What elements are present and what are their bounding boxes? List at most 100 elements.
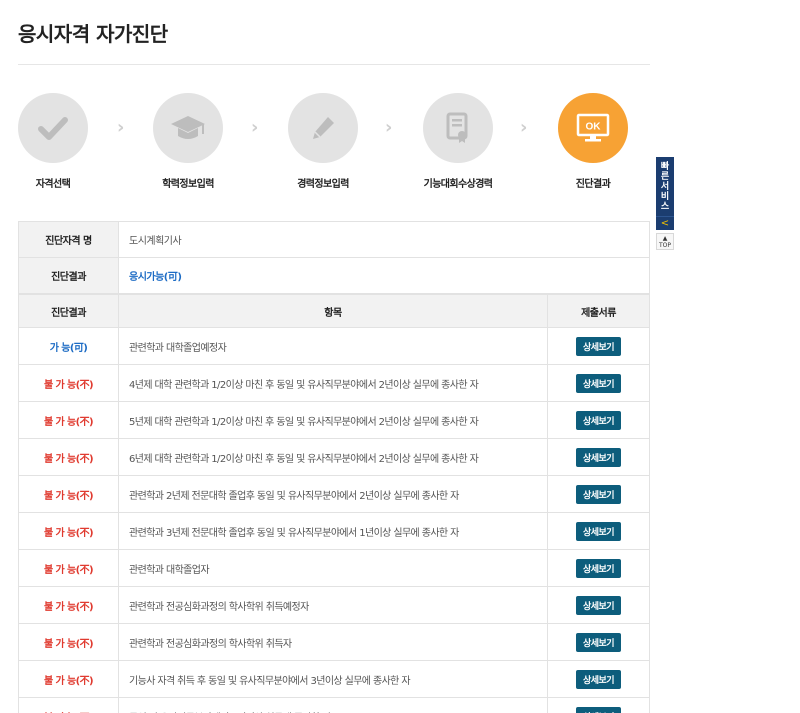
quick-service-char: 른: [660, 172, 670, 182]
up-arrow-icon: ▲: [662, 235, 668, 242]
row-documents: 상세보기: [547, 549, 650, 587]
detail-view-button[interactable]: 상세보기: [575, 595, 622, 615]
info-row-result: 진단결과 응시가능(可): [18, 257, 650, 294]
step-circle: [18, 93, 88, 163]
column-header-result: 진단결과: [18, 294, 119, 328]
detail-view-button[interactable]: 상세보기: [575, 484, 622, 504]
step-label: 자격선택: [35, 179, 71, 190]
quick-service-button[interactable]: 빠 른 서 비 스: [656, 157, 674, 216]
row-item: 관련학과 대학졸업자: [118, 549, 548, 587]
step-label: 경력정보입력: [297, 179, 349, 190]
step-diagnosis-result: OK 진단결과: [533, 93, 653, 190]
table-row: 불 가 능(不) 5년제 대학 관련학과 1/2이상 마친 후 동일 및 유사직무…: [18, 401, 650, 439]
checkmark-icon: [38, 117, 68, 140]
step-arrow-icon: ›: [117, 117, 125, 138]
row-result: 가 능(可): [18, 327, 119, 365]
row-documents: 상세보기: [547, 512, 650, 550]
table-row: 불 가 능(不) 관련학과 전공심화과정의 학사학위 취득자 상세보기: [18, 623, 650, 661]
criteria-table: 진단결과 항목 제출서류 가 능(可) 관련학과 대학졸업예정자 상세보기 불 가 능…: [18, 294, 650, 713]
row-documents: 상세보기: [547, 586, 650, 624]
step-education-input: 학력정보입력: [128, 93, 248, 190]
row-result: 불 가 능(不): [18, 512, 119, 550]
detail-view-button[interactable]: 상세보기: [575, 336, 622, 356]
table-row: 불 가 능(不) 기능사 자격 취득 후 동일 및 유사직무분야에서 3년이상 실…: [18, 660, 650, 698]
row-result: 불 가 능(不): [18, 549, 119, 587]
row-result: 불 가 능(不): [18, 660, 119, 698]
row-result: 불 가 능(不): [18, 697, 119, 713]
row-item: 관련학과 3년제 전문대학 졸업후 동일 및 유사직무분야에서 1년이상 실무에…: [118, 512, 548, 550]
top-label: TOP: [658, 242, 671, 249]
row-item: 4년제 대학 관련학과 1/2이상 마친 후 동일 및 유사직무분야에서 2년이…: [118, 364, 548, 402]
criteria-table-header: 진단결과 항목 제출서류: [18, 294, 650, 328]
table-row: 불 가 능(不) 관련학과 2년제 전문대학 졸업후 동일 및 유사직무분야에서 …: [18, 475, 650, 513]
step-arrow-icon: ›: [251, 117, 259, 138]
row-result: 불 가 능(不): [18, 623, 119, 661]
row-item: 6년제 대학 관련학과 1/2이상 마친 후 동일 및 유사직무분야에서 2년이…: [118, 438, 548, 476]
row-item: 관련학과 전공심화과정의 학사학위 취득예정자: [118, 586, 548, 624]
row-documents: 상세보기: [547, 475, 650, 513]
result-value: 응시가능(可): [118, 257, 650, 294]
table-row: 가 능(可) 관련학과 대학졸업예정자 상세보기: [18, 327, 650, 365]
row-result: 불 가 능(不): [18, 438, 119, 476]
quick-service-char: 서: [660, 182, 670, 192]
scroll-top-button[interactable]: ▲ TOP: [656, 233, 674, 250]
quick-service-char: 스: [660, 202, 670, 212]
row-documents: 상세보기: [547, 660, 650, 698]
certificate-icon: [446, 112, 468, 143]
table-row: 불 가 능(不) 관련학과 대학졸업자 상세보기: [18, 549, 650, 587]
quick-service-toggle-icon[interactable]: <: [656, 216, 674, 230]
row-result: 불 가 능(不): [18, 401, 119, 439]
qualification-header: 진단자격 명: [18, 221, 119, 258]
step-circle: [423, 93, 493, 163]
info-row-qualification: 진단자격 명 도시계획기사: [18, 221, 650, 258]
table-row: 불 가 능(不)동일 및 유사직무분야에서 4년이상 실무에 종사한 자상세보기: [18, 697, 650, 713]
diagnosis-info-table: 진단자격 명 도시계획기사 진단결과 응시가능(可): [18, 221, 650, 294]
table-row: 불 가 능(不) 4년제 대학 관련학과 1/2이상 마친 후 동일 및 유사직무…: [18, 364, 650, 402]
table-row: 불 가 능(不) 관련학과 3년제 전문대학 졸업후 동일 및 유사직무분야에서 …: [18, 512, 650, 550]
row-item: 기능사 자격 취득 후 동일 및 유사직무분야에서 3년이상 실무에 종사한 자: [118, 660, 548, 698]
column-header-documents: 제출서류: [547, 294, 650, 328]
step-circle-active: OK: [558, 93, 628, 163]
monitor-ok-icon: OK: [576, 113, 610, 142]
detail-view-button[interactable]: 상세보기: [575, 669, 622, 689]
detail-view-button[interactable]: 상세보기: [575, 447, 622, 467]
progress-steps: 자격선택 › 학력정보입력 › 경력정보입력 › 기능대회수상경력 › OK 진…: [18, 93, 650, 193]
step-career-input: 경력정보입력: [263, 93, 383, 190]
step-arrow-icon: ›: [520, 117, 528, 138]
step-label: 학력정보입력: [162, 179, 214, 190]
step-competition-award: 기능대회수상경력: [398, 93, 518, 190]
row-result: 불 가 능(不): [18, 586, 119, 624]
row-item: 5년제 대학 관련학과 1/2이상 마친 후 동일 및 유사직무분야에서 2년이…: [118, 401, 548, 439]
detail-view-button[interactable]: 상세보기: [575, 521, 622, 541]
detail-view-button[interactable]: 상세보기: [575, 706, 622, 713]
row-documents: 상세보기: [547, 401, 650, 439]
column-header-item: 항목: [118, 294, 548, 328]
quick-service-char: 빠: [660, 162, 670, 172]
qualification-value: 도시계획기사: [118, 221, 650, 258]
detail-view-button[interactable]: 상세보기: [575, 410, 622, 430]
step-circle: [288, 93, 358, 163]
step-label: 진단결과: [575, 179, 611, 190]
quick-service-panel: 빠 른 서 비 스 < ▲ TOP: [656, 157, 674, 250]
detail-view-button[interactable]: 상세보기: [575, 632, 622, 652]
title-divider: [18, 64, 650, 65]
criteria-table-body: 가 능(可) 관련학과 대학졸업예정자 상세보기 불 가 능(不) 4년제 대학 관련학…: [18, 327, 650, 713]
step-circle: [153, 93, 223, 163]
row-documents: 상세보기: [547, 438, 650, 476]
table-row: 불 가 능(不) 6년제 대학 관련학과 1/2이상 마친 후 동일 및 유사직무…: [18, 438, 650, 476]
monitor-ok-text: OK: [586, 122, 602, 133]
row-item: 관련학과 2년제 전문대학 졸업후 동일 및 유사직무분야에서 2년이상 실무에…: [118, 475, 548, 513]
graduation-cap-icon: [171, 116, 205, 139]
row-documents: 상세보기: [547, 623, 650, 661]
row-documents: 상세보기: [547, 364, 650, 402]
step-qualification-select: 자격선택: [0, 93, 113, 190]
detail-view-button[interactable]: 상세보기: [575, 373, 622, 393]
row-item: 동일 및 유사직무분야에서 4년이상 실무에 종사한 자: [118, 697, 548, 713]
row-documents: 상세보기: [547, 327, 650, 365]
row-item: 관련학과 전공심화과정의 학사학위 취득자: [118, 623, 548, 661]
row-result: 불 가 능(不): [18, 364, 119, 402]
detail-view-button[interactable]: 상세보기: [575, 558, 622, 578]
quick-service-char: 비: [660, 192, 670, 202]
table-row: 불 가 능(不) 관련학과 전공심화과정의 학사학위 취득예정자 상세보기: [18, 586, 650, 624]
pencil-icon: [313, 117, 334, 139]
